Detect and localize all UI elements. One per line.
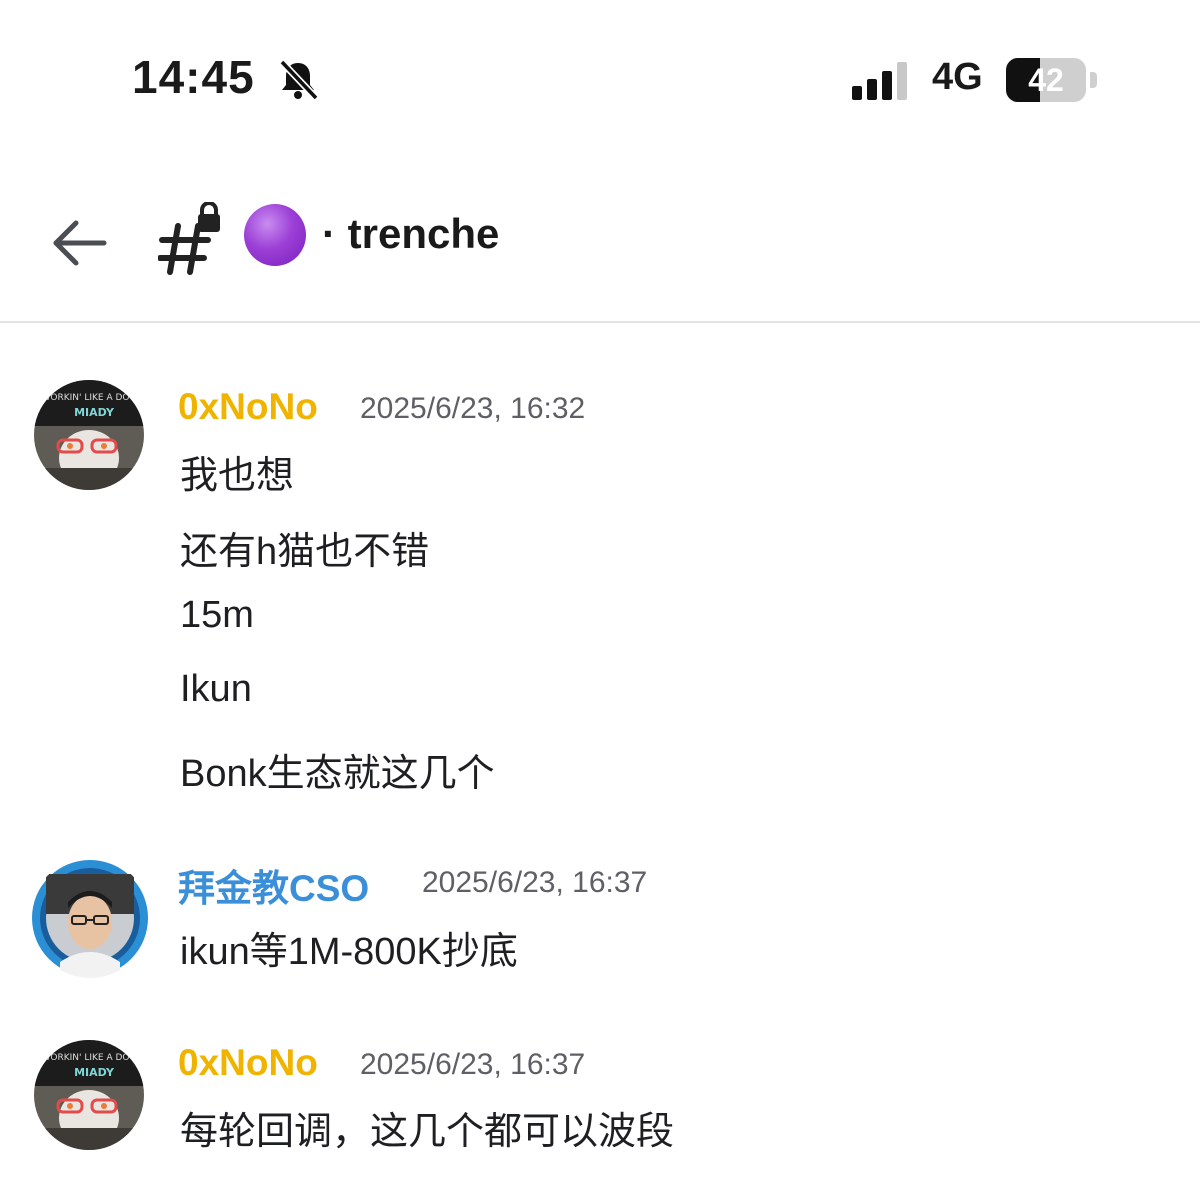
- message-line: 还有h猫也不错: [180, 531, 430, 573]
- status-time: 14:45: [132, 51, 255, 103]
- network-type: 4G: [932, 56, 983, 98]
- svg-text:WORKIN' LIKE A DOG: WORKIN' LIKE A DOG: [42, 1053, 137, 1063]
- signal-icon: [852, 62, 907, 100]
- avatar-image: WORKIN' LIKE A DOG MIADY: [34, 1040, 144, 1150]
- message-line: Bonk生态就这几个: [180, 753, 495, 795]
- author-name[interactable]: 0xNoNo: [178, 1042, 318, 1084]
- message-line: Ikun: [180, 668, 252, 710]
- author-name[interactable]: 0xNoNo: [178, 386, 318, 428]
- channel-header: · trenche: [0, 160, 1200, 320]
- battery-level: 42: [1028, 62, 1064, 98]
- back-arrow-icon[interactable]: [46, 210, 112, 276]
- status-bar: 14:45 4G 42: [0, 0, 1200, 160]
- purple-circle-emoji: [244, 204, 306, 266]
- message-line: 我也想: [180, 455, 295, 497]
- svg-text:WORKIN' LIKE A DOG: WORKIN' LIKE A DOG: [42, 393, 137, 403]
- author-name[interactable]: 拜金教CSO: [178, 858, 369, 912]
- avatar[interactable]: [30, 858, 150, 978]
- svg-text:MIADY: MIADY: [74, 406, 115, 419]
- message-line: 每轮回调，这几个都可以波段: [180, 1111, 675, 1153]
- message-timestamp: 2025/6/23, 16:37: [422, 866, 648, 899]
- avatar[interactable]: WORKIN' LIKE A DOG MIADY: [34, 1040, 144, 1150]
- avatar-image: [32, 860, 148, 978]
- avatar-image: WORKIN' LIKE A DOG MIADY: [34, 380, 144, 490]
- channel-name: · trenche: [322, 210, 500, 257]
- svg-text:MIADY: MIADY: [74, 1066, 115, 1079]
- avatar[interactable]: WORKIN' LIKE A DOG MIADY: [34, 380, 144, 490]
- bell-slash-icon: [279, 59, 319, 101]
- message-timestamp: 2025/6/23, 16:32: [360, 392, 586, 425]
- battery-icon: 42: [1006, 58, 1098, 102]
- message-timestamp: 2025/6/23, 16:37: [360, 1048, 586, 1081]
- locked-channel-icon: [158, 202, 220, 275]
- message-line: 15m: [180, 594, 254, 636]
- header-divider: [0, 321, 1200, 323]
- message-line: ikun等1M-800K抄底: [180, 931, 518, 973]
